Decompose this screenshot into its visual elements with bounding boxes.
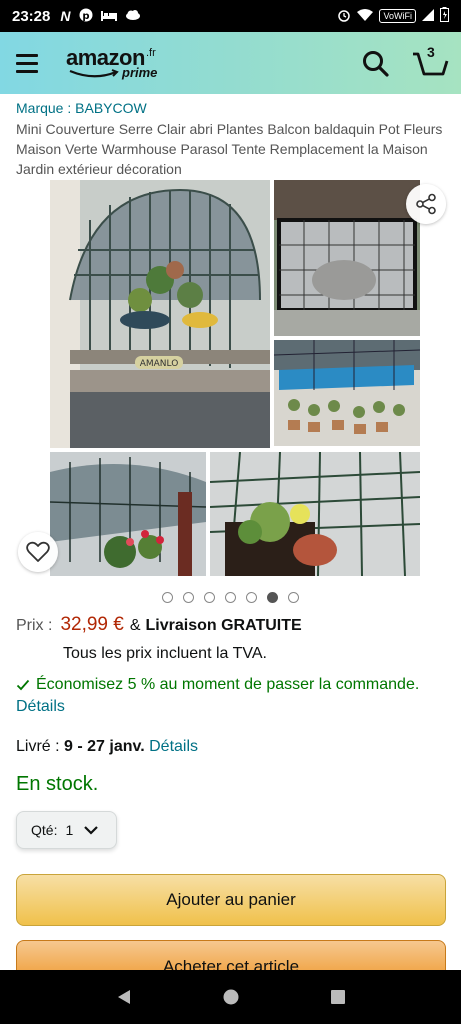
battery-icon <box>440 7 449 25</box>
svg-text:p: p <box>82 11 89 22</box>
home-icon <box>223 989 238 1005</box>
alarm-icon <box>337 8 351 25</box>
system-icons: VoWiFi <box>337 7 449 25</box>
share-icon <box>416 193 436 215</box>
app-header: amazon .fr prime 3 <box>0 32 461 94</box>
price-label: Prix : <box>16 617 53 634</box>
tva-note: Tous les prix incluent la TVA. <box>63 645 267 662</box>
delivery-info: Livré : 9 - 27 janv. Détails <box>16 738 198 756</box>
product-page: 23:28 N p VoWiFi amazon .fr prime 3 Marq… <box>0 0 461 1024</box>
cart-button[interactable]: 3 <box>410 44 450 84</box>
image-label: AMANLO <box>140 359 179 369</box>
image-tile-cat <box>274 180 420 336</box>
image-tile-succulents <box>210 452 420 576</box>
carousel-dot[interactable] <box>246 592 257 603</box>
amazon-logo[interactable]: amazon .fr prime <box>66 43 176 83</box>
recents-button[interactable] <box>325 984 351 1010</box>
status-time: 23:28 <box>12 7 51 25</box>
delivery-details-link[interactable]: Détails <box>149 738 198 755</box>
product-image: AMANLO <box>36 180 426 576</box>
vowifi-badge: VoWiFi <box>379 9 416 23</box>
signal-icon <box>422 8 434 24</box>
smile-icon <box>69 69 119 78</box>
cart-count: 3 <box>427 44 435 60</box>
quantity-label: Qté: <box>31 822 58 838</box>
menu-icon <box>16 53 38 57</box>
carousel-dot[interactable] <box>225 592 236 603</box>
check-icon <box>16 679 30 691</box>
recents-icon <box>330 990 345 1004</box>
wishlist-button[interactable] <box>18 532 58 572</box>
wifi-icon <box>357 8 374 24</box>
add-to-cart-button[interactable]: Ajouter au panier <box>16 874 446 926</box>
home-button[interactable] <box>218 984 244 1010</box>
heart-icon <box>26 541 50 562</box>
bed-icon <box>100 8 117 24</box>
carousel-dot[interactable] <box>267 592 278 603</box>
cloud-icon <box>125 8 141 24</box>
menu-icon-line <box>16 69 38 73</box>
delivery-label: Livré : <box>16 738 60 755</box>
price-ampersand: & <box>129 617 141 634</box>
logo-tld: .fr <box>146 47 156 59</box>
savings-details-link[interactable]: Détails <box>16 698 65 716</box>
status-bar: 23:28 N p VoWiFi <box>0 0 461 32</box>
back-button[interactable] <box>111 984 137 1010</box>
carousel-dot[interactable] <box>204 592 215 603</box>
chevron-down-icon <box>84 826 99 835</box>
carousel-dot[interactable] <box>288 592 299 603</box>
carousel-dot[interactable] <box>162 592 173 603</box>
carousel-dots[interactable] <box>0 592 461 603</box>
search-icon <box>363 51 389 77</box>
image-gallery[interactable]: AMANLO <box>0 180 461 580</box>
image-tile-flowers <box>50 452 206 576</box>
system-nav-bar <box>0 970 461 1024</box>
image-tile-pots <box>274 340 420 446</box>
savings-text: Économisez 5 % au moment de passer la co… <box>36 676 420 693</box>
notification-icons: N p <box>60 8 140 25</box>
quantity-value: 1 <box>65 822 74 838</box>
price-row: Prix : 32,99 € & Livraison GRATUITE <box>16 614 302 636</box>
menu-button[interactable] <box>16 48 46 78</box>
savings-message: Économisez 5 % au moment de passer la co… <box>16 676 419 694</box>
menu-icon-line <box>16 61 38 65</box>
search-button[interactable] <box>360 48 392 80</box>
netflix-icon: N <box>60 8 71 24</box>
greenhouse-photo: AMANLO <box>50 180 270 448</box>
free-delivery: Livraison GRATUITE <box>145 617 302 634</box>
price-value: 32,99 € <box>60 614 124 635</box>
product-title: Mini Couverture Serre Clair abri Plantes… <box>16 121 443 177</box>
logo-prime: prime <box>122 65 158 80</box>
carousel-dot[interactable] <box>183 592 194 603</box>
pinterest-icon: p <box>79 8 93 25</box>
image-tile-main: AMANLO <box>50 180 270 448</box>
share-button[interactable] <box>406 184 446 224</box>
brand-link[interactable]: Marque : BABYCOW <box>16 100 147 116</box>
stock-status: En stock. <box>16 773 99 795</box>
quantity-select[interactable]: Qté: 1 <box>16 811 117 849</box>
back-icon <box>117 990 130 1004</box>
delivery-dates: 9 - 27 janv. <box>64 738 145 755</box>
